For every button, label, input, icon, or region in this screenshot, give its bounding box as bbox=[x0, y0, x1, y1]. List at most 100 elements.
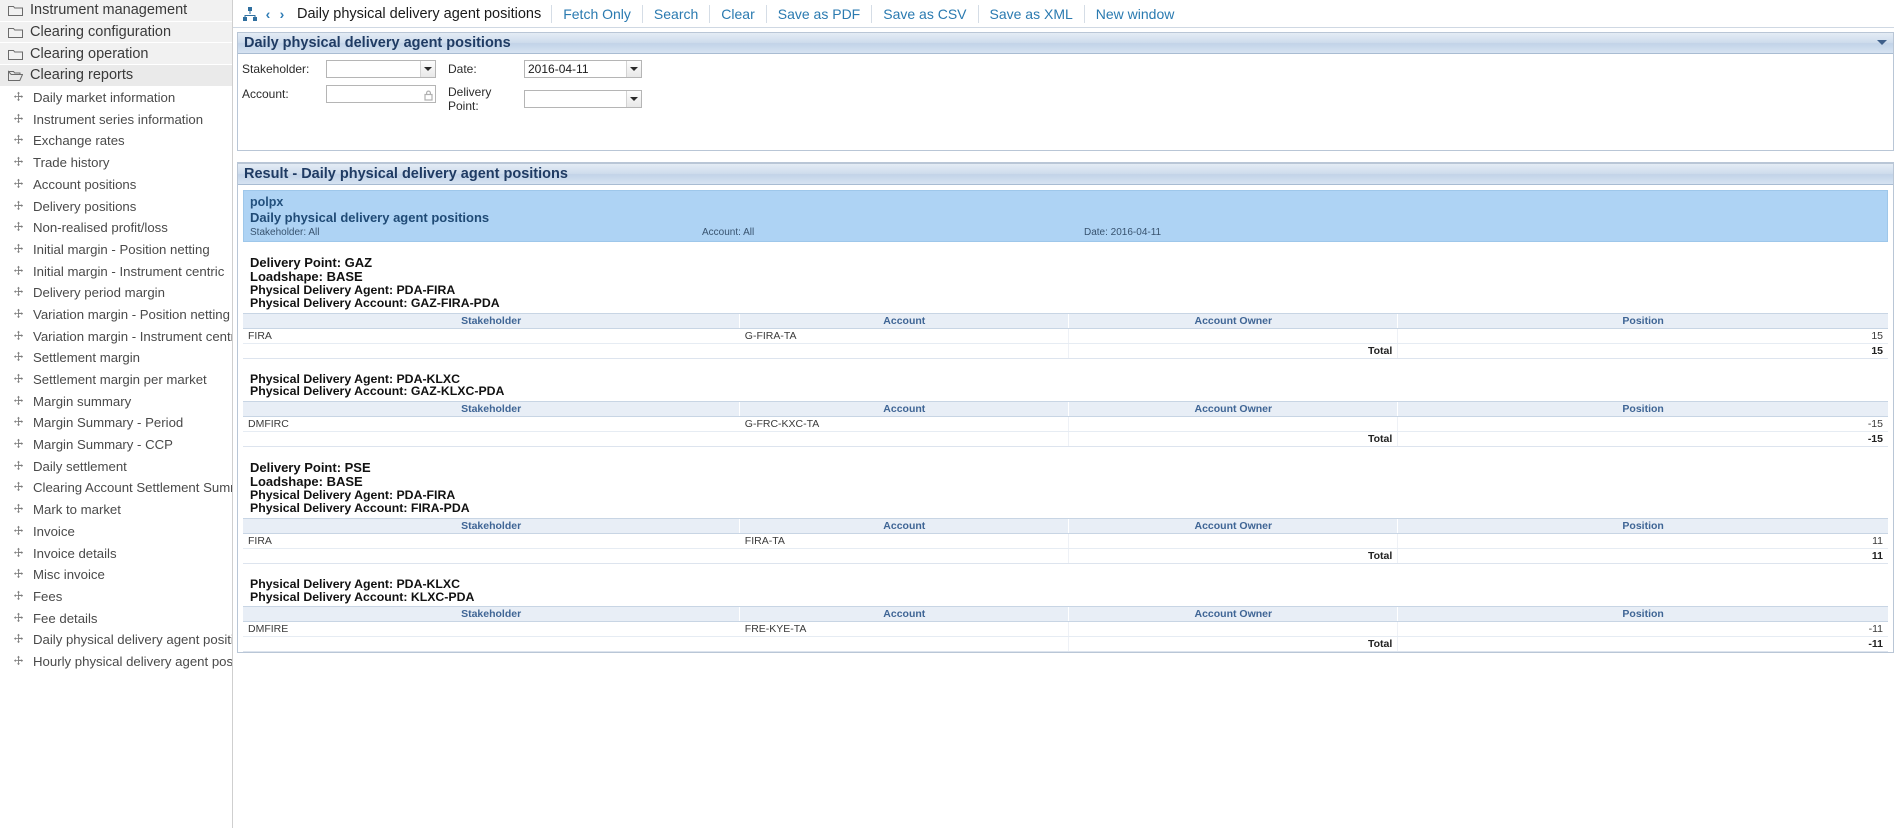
column-header-stakeholder[interactable]: Stakeholder bbox=[243, 312, 740, 329]
sidebar-item-variation-margin-position-netting[interactable]: Variation margin - Position netting bbox=[0, 303, 232, 326]
total-spacer bbox=[739, 636, 1069, 653]
search-panel-title: Daily physical delivery agent positions bbox=[244, 35, 511, 51]
toolbar-action-save-as-pdf[interactable]: Save as PDF bbox=[767, 1, 871, 27]
sidebar-item-label: Margin Summary - CCP bbox=[33, 437, 173, 453]
column-header-position[interactable]: Position bbox=[1397, 606, 1888, 623]
column-header-stakeholder[interactable]: Stakeholder bbox=[243, 606, 740, 623]
column-header-stakeholder[interactable]: Stakeholder bbox=[243, 401, 740, 418]
sidebar-item-label: Misc invoice bbox=[33, 567, 105, 583]
report-link-icon bbox=[12, 265, 25, 278]
report-link-icon bbox=[12, 308, 25, 321]
sidebar-folder-instrument-management[interactable]: Instrument management bbox=[0, 0, 232, 22]
column-header-account-owner[interactable]: Account Owner bbox=[1068, 312, 1398, 329]
sidebar-item-daily-physical-delivery-agent-positions[interactable]: Daily physical delivery agent positions bbox=[0, 628, 232, 651]
column-header-account[interactable]: Account bbox=[739, 401, 1069, 418]
sidebar-item-delivery-positions[interactable]: Delivery positions bbox=[0, 195, 232, 217]
report-link-icon bbox=[12, 438, 25, 451]
date-input[interactable] bbox=[524, 60, 642, 78]
table-header-row: Stakeholder Account Account Owner Position bbox=[243, 606, 1888, 623]
sitemap-icon[interactable] bbox=[242, 6, 258, 22]
sidebar-item-settlement-margin-per-market[interactable]: Settlement margin per market bbox=[0, 368, 232, 391]
sidebar-item-margin-summary[interactable]: Margin summary bbox=[0, 390, 232, 413]
date-label: Date: bbox=[448, 62, 477, 76]
total-value: 11 bbox=[1397, 547, 1888, 564]
sidebar-item-initial-margin-instrument-centric[interactable]: Initial margin - Instrument centric bbox=[0, 260, 232, 282]
account-input-wrap bbox=[326, 85, 436, 103]
column-header-account-owner[interactable]: Account Owner bbox=[1068, 606, 1398, 623]
column-header-account[interactable]: Account bbox=[739, 312, 1069, 329]
sidebar-item-margin-summary-ccp[interactable]: Margin Summary - CCP bbox=[0, 433, 232, 456]
column-header-position[interactable]: Position bbox=[1397, 517, 1888, 534]
sidebar-item-mark-to-market[interactable]: Mark to market bbox=[0, 498, 232, 521]
sidebar-item-label: Daily settlement bbox=[33, 458, 127, 474]
column-header-position[interactable]: Position bbox=[1397, 312, 1888, 329]
sidebar-folder-clearing-reports[interactable]: Clearing reports bbox=[0, 65, 232, 87]
column-header-account[interactable]: Account bbox=[739, 517, 1069, 534]
toolbar-action-new-window[interactable]: New window bbox=[1085, 1, 1186, 27]
column-header-account[interactable]: Account bbox=[739, 606, 1069, 623]
table-total-row: Total -15 bbox=[243, 431, 1888, 448]
sidebar-item-hourly-physical-delivery-agent-positions[interactable]: Hourly physical delivery agent positions bbox=[0, 650, 233, 673]
account-input[interactable] bbox=[326, 85, 436, 103]
table-row[interactable]: DMFIRE FRE-KYE-TA -11 bbox=[243, 621, 1888, 638]
report-group-account: Physical Delivery Account: KLXC-PDA bbox=[250, 589, 475, 604]
column-header-account-owner[interactable]: Account Owner bbox=[1068, 401, 1398, 418]
sidebar-item-invoice[interactable]: Invoice bbox=[0, 520, 232, 543]
report-groups: Delivery Point: GAZ Loadshape: BASE Physic… bbox=[243, 255, 1888, 653]
sidebar-item-settlement-margin[interactable]: Settlement margin bbox=[0, 347, 232, 369]
sidebar-item-fees[interactable]: Fees bbox=[0, 585, 232, 608]
collapse-icon[interactable] bbox=[1876, 37, 1888, 49]
sidebar-item-account-positions[interactable]: Account positions bbox=[0, 173, 232, 196]
sidebar-item-daily-market-information[interactable]: Daily market information bbox=[0, 86, 232, 109]
delivery-point-select[interactable] bbox=[524, 90, 642, 108]
toolbar-actions: Fetch Only Search Clear Save as PDF Save as … bbox=[551, 1, 1185, 27]
chevron-left-icon[interactable]: ‹ bbox=[261, 5, 275, 23]
sidebar-folder-clearing-configuration[interactable]: Clearing configuration bbox=[0, 21, 232, 44]
total-label: Total bbox=[1068, 431, 1398, 448]
toolbar-action-search[interactable]: Search bbox=[643, 1, 709, 27]
sidebar-item-delivery-period-margin[interactable]: Delivery period margin bbox=[0, 281, 232, 304]
sidebar-item-clearing-account-settlement-summary[interactable]: Clearing Account Settlement Summary bbox=[0, 477, 232, 499]
sidebar-item-daily-settlement[interactable]: Daily settlement bbox=[0, 455, 232, 478]
sidebar-item-misc-invoice[interactable]: Misc invoice bbox=[0, 563, 232, 586]
search-panel-header: Daily physical delivery agent positions bbox=[238, 32, 1893, 54]
sidebar-item-invoice-details[interactable]: Invoice details bbox=[0, 542, 232, 564]
sidebar-item-trade-history[interactable]: Trade history bbox=[0, 151, 232, 174]
toolbar-action-fetch-only[interactable]: Fetch Only bbox=[552, 1, 642, 27]
sidebar-item-label: Exchange rates bbox=[33, 133, 125, 149]
sidebar-item-label: Settlement margin bbox=[33, 350, 141, 366]
toolbar-action-save-as-csv[interactable]: Save as CSV bbox=[872, 1, 977, 27]
report-group-delivery-point: Delivery Point: GAZ bbox=[250, 255, 373, 270]
table-row[interactable]: FIRA FIRA-TA 11 bbox=[243, 533, 1888, 549]
total-spacer bbox=[243, 342, 740, 359]
toolbar-action-clear[interactable]: Clear bbox=[710, 1, 765, 27]
column-header-position[interactable]: Position bbox=[1397, 401, 1888, 418]
table-row[interactable]: DMFIRC G-FRC-KXC-TA -15 bbox=[243, 416, 1888, 433]
report-link-icon bbox=[12, 395, 25, 408]
sidebar-item-variation-margin-instrument-centric[interactable]: Variation margin - Instrument centric bbox=[0, 325, 232, 347]
top-toolbar: ‹ › Daily physical delivery agent positi… bbox=[233, 0, 1894, 28]
column-header-stakeholder[interactable]: Stakeholder bbox=[243, 517, 740, 534]
sidebar-item-label: Hourly physical delivery agent positions bbox=[33, 653, 233, 669]
stakeholder-select[interactable] bbox=[326, 60, 436, 78]
sidebar-item-instrument-series-information[interactable]: Instrument series information bbox=[0, 108, 232, 131]
cell-stakeholder: DMFIRC bbox=[243, 416, 740, 433]
sidebar-folder-clearing-operation[interactable]: Clearing operation bbox=[0, 43, 232, 66]
chevron-right-icon[interactable]: › bbox=[275, 5, 289, 23]
report-group: Delivery Point: PSE Loadshape: BASE Physic… bbox=[243, 461, 1888, 564]
report-link-icon bbox=[12, 134, 25, 147]
sidebar-item-non-realised-profit-loss[interactable]: Non-realised profit/loss bbox=[0, 216, 232, 239]
sidebar-item-fee-details[interactable]: Fee details bbox=[0, 607, 232, 629]
date-row: Date: bbox=[444, 60, 642, 78]
sidebar-item-margin-summary-period[interactable]: Margin Summary - Period bbox=[0, 412, 232, 434]
folder-closed-icon bbox=[8, 48, 23, 60]
table-row[interactable]: FIRA G-FIRA-TA 15 bbox=[243, 328, 1888, 344]
report-link-icon bbox=[12, 590, 25, 603]
column-header-account-owner[interactable]: Account Owner bbox=[1068, 517, 1398, 534]
sidebar-item-label: Daily market information bbox=[33, 90, 176, 106]
sidebar-item-initial-margin-position-netting[interactable]: Initial margin - Position netting bbox=[0, 238, 232, 261]
total-label: Total bbox=[1068, 342, 1398, 359]
sidebar-item-exchange-rates[interactable]: Exchange rates bbox=[0, 130, 232, 152]
positions-table: Stakeholder Account Account Owner Position D… bbox=[243, 401, 1888, 448]
toolbar-action-save-as-xml[interactable]: Save as XML bbox=[979, 1, 1084, 27]
